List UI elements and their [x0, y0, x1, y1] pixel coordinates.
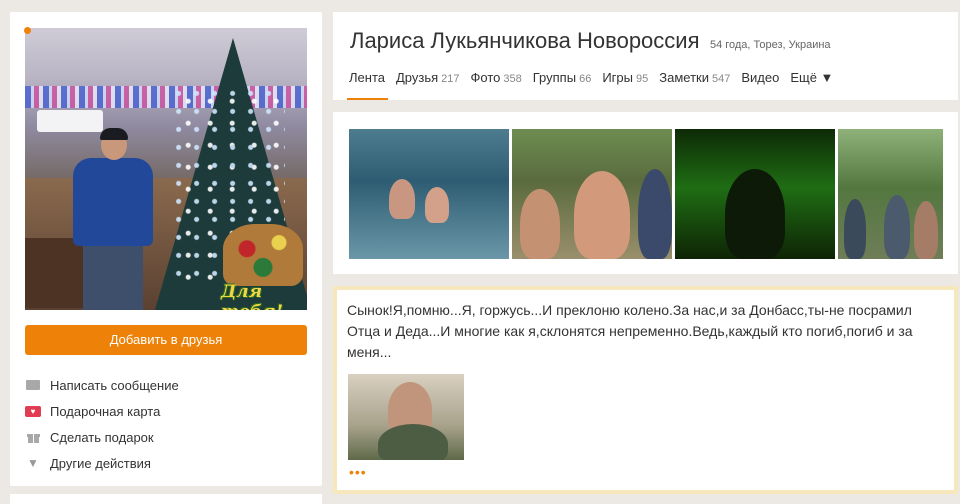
- post-more-button[interactable]: •••: [349, 464, 367, 480]
- profile-tabs: Лента Друзья 217 Фото 358 Группы 66 Игры 95 …: [347, 70, 844, 100]
- profile-actions: Написать сообщение ♥ Подарочная карта Сд…: [25, 372, 307, 476]
- envelope-icon: [25, 378, 41, 392]
- photo-thumbnail[interactable]: [675, 129, 835, 259]
- profile-header: Лариса Лукьянчикова Новороссия 54 года, …: [333, 12, 958, 100]
- photo-thumbnail[interactable]: [349, 129, 509, 259]
- tab-groups[interactable]: Группы 66: [533, 70, 592, 100]
- gift-card-action[interactable]: ♥ Подарочная карта: [25, 398, 307, 424]
- action-label: Сделать подарок: [50, 429, 154, 445]
- tab-notes[interactable]: Заметки 547: [659, 70, 730, 100]
- tab-feed[interactable]: Лента: [347, 70, 388, 100]
- action-label: Подарочная карта: [50, 403, 161, 419]
- other-actions[interactable]: ▼ Другие действия: [25, 450, 307, 476]
- profile-sidebar: Для тебя! Добавить в друзья Написать соо…: [10, 12, 322, 486]
- chevron-down-icon: ▼: [27, 456, 39, 470]
- gift-basket-image: [223, 224, 303, 286]
- profile-name: Лариса Лукьянчикова Новороссия: [350, 28, 700, 53]
- tab-more[interactable]: Ещё ▼: [790, 70, 833, 100]
- tab-games[interactable]: Игры 95: [602, 70, 648, 100]
- profile-meta: 54 года, Торез, Украина: [709, 39, 831, 51]
- tab-friends[interactable]: Друзья 217: [396, 70, 460, 100]
- photo-thumbnail[interactable]: [838, 129, 943, 259]
- tab-photos[interactable]: Фото 358: [471, 70, 522, 100]
- avatar-caption: Для тебя!: [221, 282, 283, 310]
- sidebar-lower-card: [10, 494, 322, 504]
- post-image[interactable]: [348, 374, 464, 460]
- action-label: Написать сообщение: [50, 377, 179, 393]
- tab-video[interactable]: Видео: [741, 70, 779, 100]
- photo-thumbnail[interactable]: [512, 129, 672, 259]
- make-gift-action[interactable]: Сделать подарок: [25, 424, 307, 450]
- gift-card-icon: ♥: [25, 404, 41, 418]
- photos-strip: [333, 112, 958, 274]
- profile-avatar[interactable]: Для тебя!: [25, 28, 307, 310]
- feed-post: Сынок!Я,помню...Я, горжусь...И преклоню …: [333, 286, 958, 494]
- add-friend-button[interactable]: Добавить в друзья: [25, 325, 307, 355]
- online-status-dot: [24, 27, 31, 34]
- post-text: Сынок!Я,помню...Я, горжусь...И преклоню …: [347, 302, 913, 360]
- gift-icon: [25, 430, 41, 444]
- send-message-action[interactable]: Написать сообщение: [25, 372, 307, 398]
- action-label: Другие действия: [50, 455, 151, 471]
